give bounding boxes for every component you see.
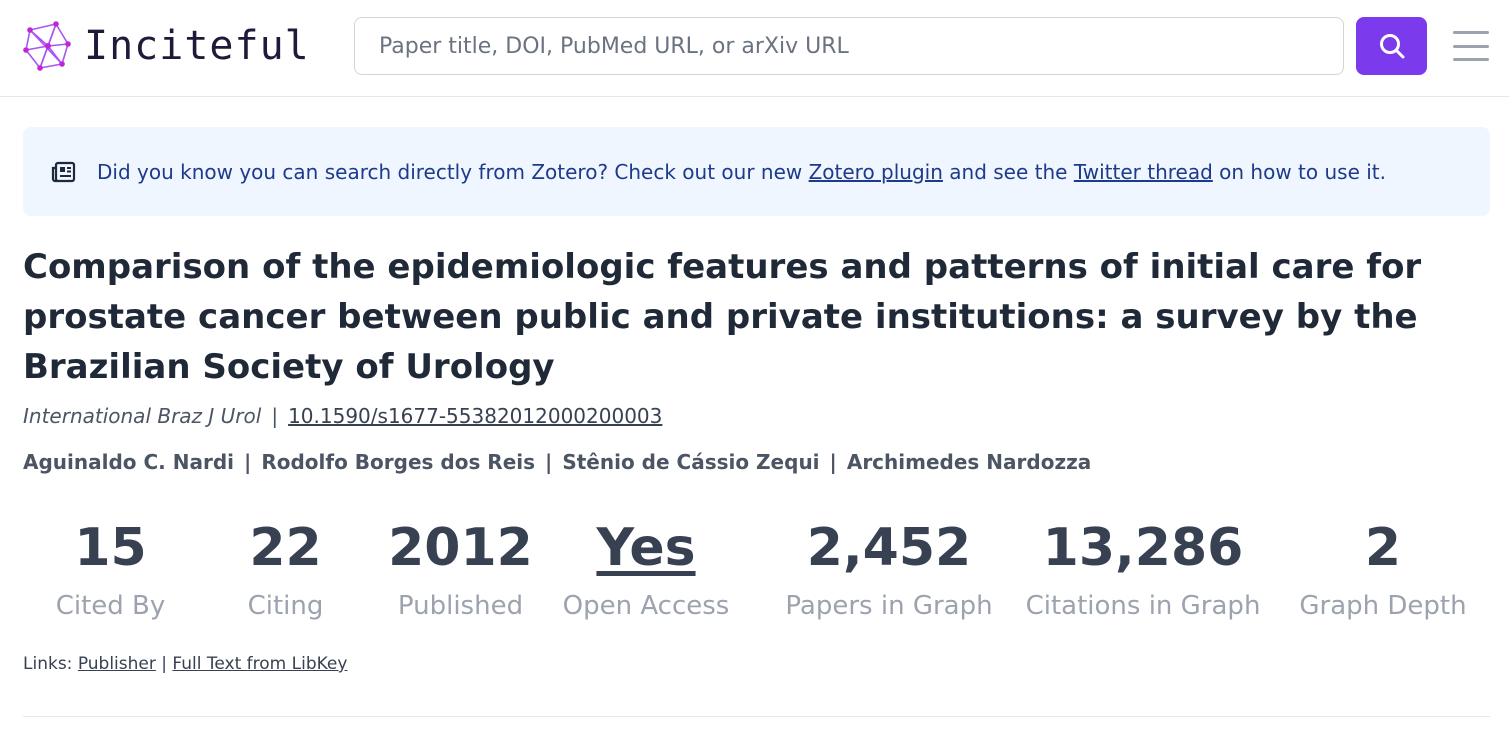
app-name: Inciteful	[84, 23, 310, 69]
twitter-thread-link[interactable]: Twitter thread	[1074, 160, 1213, 184]
stat-papers-in-graph: 2,452 Papers in Graph	[774, 512, 1004, 628]
network-logo-icon	[23, 21, 71, 71]
stat-graph-depth: 2 Graph Depth	[1290, 512, 1476, 628]
stat-citing: 22 Citing	[198, 512, 373, 628]
open-access-link[interactable]: Yes	[548, 512, 744, 584]
logo-link[interactable]: Inciteful	[22, 20, 310, 72]
author-name[interactable]: Rodolfo Borges dos Reis	[261, 450, 535, 474]
search-button[interactable]	[1356, 17, 1427, 75]
stat-value: 22	[249, 518, 322, 578]
author-name[interactable]: Stênio de Cássio Zequi	[562, 450, 819, 474]
stat-value: 2012	[388, 518, 533, 578]
zotero-plugin-link[interactable]: Zotero plugin	[809, 160, 943, 184]
stat-label: Cited By	[55, 591, 166, 621]
search-input[interactable]	[354, 17, 1344, 75]
stat-label: Published	[397, 591, 524, 621]
hamburger-menu-icon[interactable]	[1453, 31, 1489, 61]
stat-label: Citing	[247, 591, 324, 621]
newspaper-icon	[51, 161, 76, 182]
stat-label: Open Access	[562, 591, 730, 621]
paper-meta: International Braz J Urol | 10.1590/s1677-…	[23, 404, 663, 428]
stat-cited-by: 15 Cited By	[23, 512, 198, 628]
links-row: Links: Publisher | Full Text from LibKey	[23, 654, 348, 674]
stat-label: Papers in Graph	[785, 591, 993, 621]
banner-text: Did you know you can search directly fro…	[97, 159, 1386, 184]
stat-value: 13,286	[1042, 518, 1244, 578]
author-name[interactable]: Archimedes Nardozza	[847, 450, 1091, 474]
paper-title: Comparison of the epidemiologic features…	[23, 247, 1422, 387]
search-icon	[1379, 34, 1404, 59]
journal-name: International Braz J Urol	[23, 404, 262, 428]
top-header: Inciteful	[0, 0, 1509, 97]
stat-value: 2,452	[806, 518, 972, 578]
libkey-link[interactable]: Full Text from LibKey	[172, 654, 347, 674]
stat-value: 2	[1364, 518, 1402, 578]
info-banner: Did you know you can search directly fro…	[23, 127, 1490, 216]
publisher-link[interactable]: Publisher	[78, 654, 156, 674]
stat-value: 15	[74, 518, 147, 578]
stat-label: Citations in Graph	[1025, 591, 1261, 621]
stat-label: Graph Depth	[1299, 591, 1467, 621]
stat-published: 2012 Published	[373, 512, 548, 628]
author-name[interactable]: Aguinaldo C. Nardi	[23, 450, 234, 474]
stat-citations-in-graph: 13,286 Citations in Graph	[1012, 512, 1274, 628]
divider	[23, 716, 1490, 717]
stat-open-access: Yes Open Access	[548, 512, 744, 628]
doi-link[interactable]: 10.1590/s1677-55382012000200003	[288, 404, 662, 428]
author-list: Aguinaldo C. Nardi | Rodolfo Borges dos Re…	[23, 450, 1092, 474]
